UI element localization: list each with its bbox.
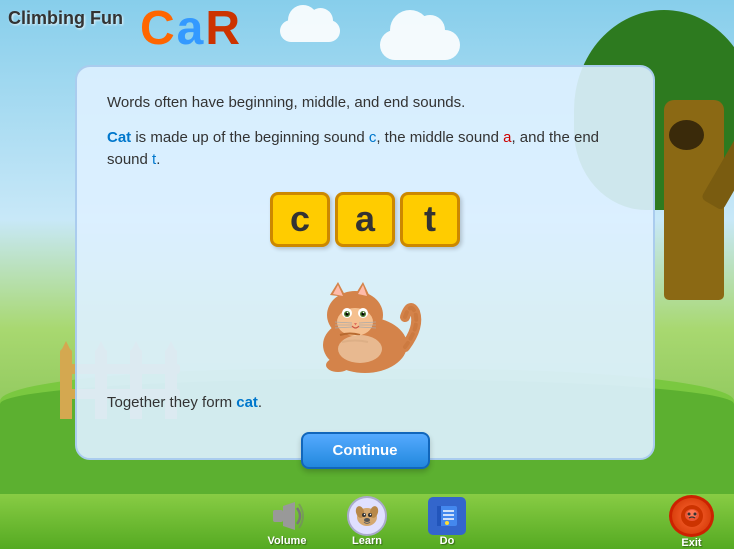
learn-button[interactable]: Learn <box>347 497 387 547</box>
exit-icon <box>669 495 714 537</box>
letter-blocks: c a t <box>107 192 623 247</box>
dog-avatar <box>347 496 387 536</box>
decor-letter-c: C <box>140 5 175 53</box>
tree-trunk <box>664 100 724 300</box>
title-area: Climbing Fun <box>8 8 123 29</box>
tree-hole <box>669 120 704 150</box>
game-title: Climbing Fun <box>8 8 123 28</box>
do-button[interactable]: Do <box>427 497 467 547</box>
volume-button[interactable]: Volume <box>267 497 307 547</box>
speaker-svg <box>269 500 305 532</box>
continue-button[interactable]: Continue <box>301 432 430 469</box>
explanation-text: Cat is made up of the beginning sound c,… <box>107 127 623 172</box>
do-icon <box>427 497 467 535</box>
book-icon <box>428 497 466 535</box>
together-text: Together they form cat. <box>107 392 623 415</box>
volume-label: Volume <box>268 535 307 547</box>
toolbar-center: Volume <box>267 497 467 547</box>
exit-label: Exit <box>681 537 701 549</box>
together-suffix: . <box>258 394 262 411</box>
letter-block-a: a <box>335 192 395 247</box>
cloud-1 <box>380 30 460 60</box>
cloud-2 <box>280 20 340 42</box>
intro-sentence: Words often have beginning, middle, and … <box>107 94 465 111</box>
title-letters: C a R <box>140 5 240 53</box>
explanation-part1: is made up of the beginning sound <box>131 129 369 146</box>
cat-illustration-area <box>107 267 623 377</box>
decor-letter-a: a <box>177 5 204 53</box>
together-word: cat <box>236 394 258 411</box>
toolbar-right: Exit <box>514 495 714 549</box>
decor-letter-r: R <box>205 5 240 53</box>
exit-button[interactable]: Exit <box>669 495 714 549</box>
learn-label: Learn <box>352 535 382 547</box>
do-label: Do <box>440 535 455 547</box>
learn-icon <box>347 497 387 535</box>
intro-text: Words often have beginning, middle, and … <box>107 92 623 115</box>
fence-post-1 <box>60 349 72 419</box>
dog-svg <box>353 502 381 530</box>
highlight-word-cat: Cat <box>107 129 131 146</box>
together-prefix: Together they form <box>107 394 236 411</box>
cat-svg <box>300 267 430 377</box>
letter-block-t: t <box>400 192 460 247</box>
period-after-t: . <box>156 151 160 168</box>
exit-svg <box>679 503 705 529</box>
book-svg <box>434 503 460 529</box>
letter-block-c: c <box>270 192 330 247</box>
volume-icon <box>267 497 307 535</box>
content-box: Words often have beginning, middle, and … <box>75 65 655 460</box>
toolbar: Volume <box>0 494 734 549</box>
explanation-part2: , the middle sound <box>376 129 503 146</box>
